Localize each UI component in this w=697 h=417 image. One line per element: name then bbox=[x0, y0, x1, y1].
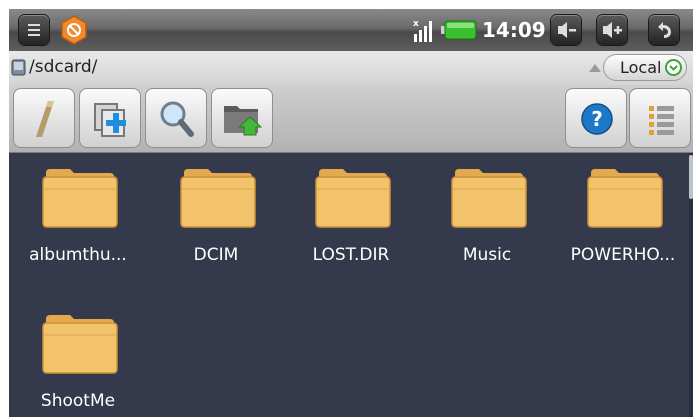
search-icon bbox=[160, 101, 194, 137]
file-name: DCIM bbox=[193, 245, 239, 265]
folder-item[interactable]: Music bbox=[420, 153, 554, 283]
list-view-icon bbox=[649, 106, 674, 135]
file-name: Music bbox=[462, 245, 512, 265]
svg-text:?: ? bbox=[591, 107, 603, 131]
file-grid: albumthu... DCIM LOST.DIR Music POWERHO.… bbox=[9, 153, 693, 417]
back-button[interactable] bbox=[649, 15, 679, 45]
folder-icon bbox=[42, 315, 118, 374]
chevron-down-icon bbox=[665, 59, 682, 76]
folder-item[interactable]: LOST.DIR bbox=[284, 153, 418, 283]
toolbar: ? bbox=[9, 85, 693, 153]
folder-icon bbox=[180, 169, 256, 228]
svg-text:x: x bbox=[413, 19, 419, 29]
move-folder-button[interactable] bbox=[211, 88, 273, 148]
rename-button[interactable] bbox=[13, 88, 75, 148]
device-frame: x 14:09 /sdcard/ Local ? albumthu... DCI… bbox=[0, 0, 697, 417]
clock-time: 14:09 bbox=[482, 18, 546, 42]
current-path: /sdcard/ bbox=[29, 57, 98, 77]
folder-item[interactable]: POWERHO... bbox=[556, 153, 690, 283]
folder-icon bbox=[451, 169, 527, 228]
folder-item[interactable]: DCIM bbox=[149, 153, 283, 283]
menu-button[interactable] bbox=[19, 15, 49, 45]
folder-icon bbox=[587, 169, 663, 228]
folder-icon bbox=[42, 169, 118, 228]
file-name: ShootMe bbox=[40, 391, 116, 411]
file-name: POWERHO... bbox=[570, 245, 676, 265]
copy-add-icon bbox=[94, 103, 126, 137]
file-name: LOST.DIR bbox=[312, 245, 390, 265]
rename-icon bbox=[36, 101, 54, 137]
file-name: albumthu... bbox=[29, 245, 127, 265]
app-icon[interactable] bbox=[59, 15, 89, 45]
signal-icon: x bbox=[413, 19, 432, 42]
location-dropdown[interactable]: Local bbox=[603, 54, 687, 81]
status-bar: x 14:09 bbox=[9, 9, 693, 52]
sdcard-icon bbox=[11, 59, 26, 76]
volume-up-button[interactable] bbox=[597, 15, 627, 45]
volume-up-icon bbox=[603, 22, 622, 38]
copy-add-button[interactable] bbox=[79, 88, 141, 148]
search-button[interactable] bbox=[145, 88, 207, 148]
battery-icon bbox=[441, 20, 477, 40]
location-label: Local bbox=[620, 58, 662, 77]
scrollbar-thumb[interactable] bbox=[689, 155, 693, 199]
list-view-button[interactable] bbox=[629, 88, 691, 148]
folder-icon bbox=[315, 169, 391, 228]
help-button[interactable]: ? bbox=[565, 88, 627, 148]
help-icon: ? bbox=[581, 103, 613, 135]
scrollbar[interactable] bbox=[689, 153, 693, 417]
volume-down-icon bbox=[558, 22, 576, 38]
folder-item[interactable]: ShootMe bbox=[11, 299, 145, 417]
back-arrow-icon bbox=[658, 22, 671, 38]
screen: x 14:09 /sdcard/ Local ? albumthu... DCI… bbox=[9, 9, 693, 417]
collapse-up-icon[interactable] bbox=[589, 64, 601, 72]
volume-down-button[interactable] bbox=[551, 15, 581, 45]
path-bar: /sdcard/ Local bbox=[9, 51, 693, 85]
move-folder-icon bbox=[224, 106, 263, 136]
folder-item[interactable]: albumthu... bbox=[11, 153, 145, 283]
